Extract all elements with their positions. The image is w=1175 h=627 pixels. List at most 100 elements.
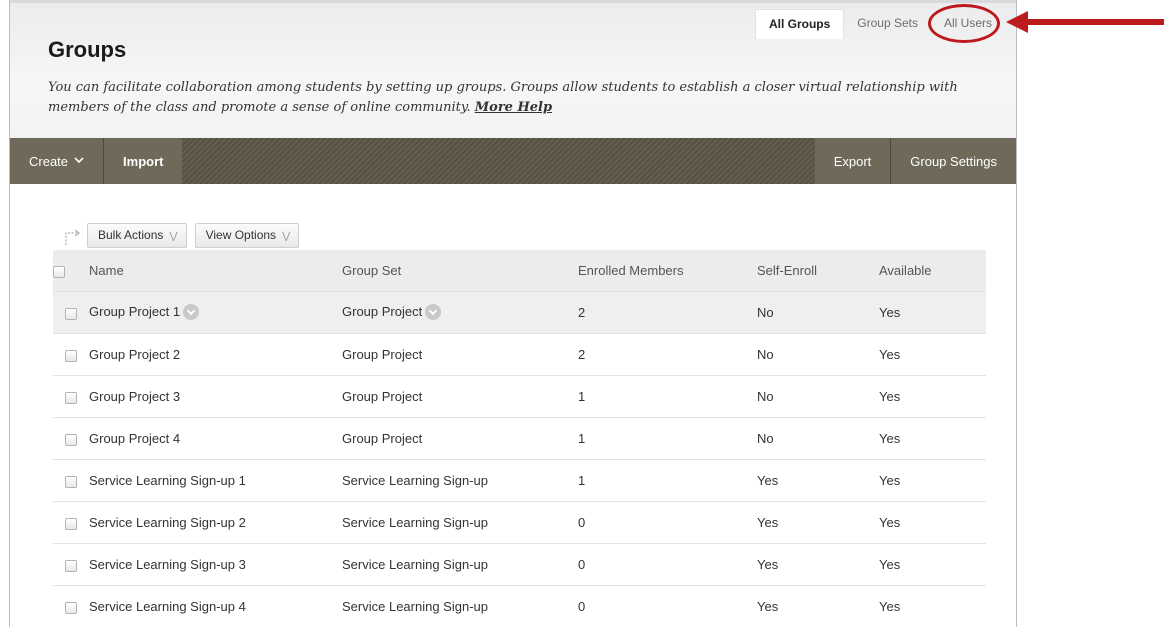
group-name[interactable]: Group Project 2 bbox=[89, 333, 342, 376]
row-select-cell bbox=[53, 501, 89, 544]
group-name[interactable]: Service Learning Sign-up 3 bbox=[89, 543, 342, 586]
group-name[interactable]: Service Learning Sign-up 4 bbox=[89, 585, 342, 627]
column-header-available[interactable]: Available bbox=[879, 250, 986, 292]
bulk-select-arrow-icon bbox=[63, 225, 83, 247]
group-name[interactable]: Group Project 3 bbox=[89, 375, 342, 418]
import-button[interactable]: Import bbox=[103, 138, 183, 184]
group-name[interactable]: Group Project 4 bbox=[89, 417, 342, 460]
enrolled-count: 0 bbox=[578, 501, 757, 544]
table-row: Service Learning Sign-up 2 Service Learn… bbox=[53, 501, 986, 544]
table-row: Service Learning Sign-up 1 Service Learn… bbox=[53, 459, 986, 502]
callout-arrow-icon bbox=[1006, 11, 1164, 33]
row-select-cell bbox=[53, 291, 89, 334]
groups-page: All Groups Group Sets All Users Groups Y… bbox=[9, 0, 1017, 627]
group-name-cell: Group Project 1 bbox=[89, 291, 342, 334]
row-select-cell bbox=[53, 585, 89, 627]
self-enroll-value: Yes bbox=[757, 585, 879, 627]
tab-group-sets[interactable]: Group Sets bbox=[844, 9, 931, 39]
group-set-name[interactable]: Service Learning Sign-up bbox=[342, 501, 578, 544]
row-select-cell bbox=[53, 417, 89, 460]
table-row: Group Project 4 Group Project 1 No Yes bbox=[53, 417, 986, 460]
group-set-name[interactable]: Service Learning Sign-up bbox=[342, 585, 578, 627]
group-set-name[interactable]: Group Project bbox=[342, 304, 422, 319]
column-header-group-set[interactable]: Group Set bbox=[342, 250, 578, 292]
group-set-name[interactable]: Service Learning Sign-up bbox=[342, 459, 578, 502]
group-name[interactable]: Service Learning Sign-up 1 bbox=[89, 459, 342, 502]
enrolled-count: 0 bbox=[578, 585, 757, 627]
enrolled-count: 1 bbox=[578, 375, 757, 418]
row-checkbox[interactable] bbox=[65, 475, 77, 488]
table-row: Group Project 3 Group Project 1 No Yes bbox=[53, 375, 986, 418]
page-title: Groups bbox=[48, 37, 127, 62]
table-row: Group Project 1 Group Project 2 No Yes bbox=[53, 291, 986, 334]
export-button[interactable]: Export bbox=[814, 138, 891, 184]
enrolled-count: 2 bbox=[578, 333, 757, 376]
groups-table: Name Group Set Enrolled Members Self-Enr… bbox=[53, 250, 986, 627]
table-row: Group Project 2 Group Project 2 No Yes bbox=[53, 333, 986, 376]
row-checkbox[interactable] bbox=[65, 349, 77, 362]
tab-all-groups[interactable]: All Groups bbox=[754, 9, 845, 39]
group-set-name[interactable]: Service Learning Sign-up bbox=[342, 543, 578, 586]
self-enroll-value: Yes bbox=[757, 501, 879, 544]
column-header-self-enroll[interactable]: Self-Enroll bbox=[757, 250, 879, 292]
self-enroll-value: No bbox=[757, 375, 879, 418]
row-checkbox[interactable] bbox=[65, 601, 77, 614]
enrolled-count: 1 bbox=[578, 417, 757, 460]
row-select-cell bbox=[53, 543, 89, 586]
enrolled-count: 1 bbox=[578, 459, 757, 502]
row-checkbox[interactable] bbox=[65, 559, 77, 572]
available-value: Yes bbox=[879, 459, 986, 502]
more-help-link[interactable]: More Help bbox=[475, 100, 552, 115]
self-enroll-value: No bbox=[757, 333, 879, 376]
circle-chevron-down-icon[interactable] bbox=[425, 303, 442, 320]
action-bar-spacer bbox=[182, 138, 814, 184]
select-all-checkbox[interactable] bbox=[53, 265, 65, 278]
select-all-cell bbox=[53, 250, 89, 292]
column-header-name[interactable]: Name bbox=[89, 250, 342, 292]
action-bar: Create Import Export Group Settings bbox=[10, 138, 1016, 184]
callout-ellipse bbox=[928, 4, 1000, 43]
circle-chevron-down-icon[interactable] bbox=[183, 303, 200, 320]
column-header-enrolled-members[interactable]: Enrolled Members bbox=[578, 250, 757, 292]
available-value: Yes bbox=[879, 291, 986, 334]
bulk-actions-button[interactable]: Bulk Actions ⋁ bbox=[87, 223, 187, 248]
self-enroll-value: No bbox=[757, 417, 879, 460]
group-set-name[interactable]: Group Project bbox=[342, 417, 578, 460]
page-description: You can facilitate collaboration among s… bbox=[48, 78, 978, 118]
bulk-actions-label: Bulk Actions bbox=[98, 228, 164, 242]
self-enroll-value: No bbox=[757, 291, 879, 334]
row-select-cell bbox=[53, 333, 89, 376]
page-header: All Groups Group Sets All Users Groups Y… bbox=[10, 3, 1016, 139]
double-chevron-down-icon: ⋁ bbox=[282, 231, 291, 242]
group-set-name[interactable]: Group Project bbox=[342, 375, 578, 418]
group-set-cell: Group Project bbox=[342, 291, 578, 334]
row-checkbox[interactable] bbox=[65, 433, 77, 446]
create-button-label: Create bbox=[29, 153, 69, 169]
available-value: Yes bbox=[879, 417, 986, 460]
group-settings-button[interactable]: Group Settings bbox=[890, 138, 1016, 184]
available-value: Yes bbox=[879, 333, 986, 376]
available-value: Yes bbox=[879, 375, 986, 418]
table-header-row: Name Group Set Enrolled Members Self-Enr… bbox=[53, 250, 986, 292]
group-name[interactable]: Service Learning Sign-up 2 bbox=[89, 501, 342, 544]
group-name[interactable]: Group Project 1 bbox=[89, 304, 180, 319]
self-enroll-value: Yes bbox=[757, 459, 879, 502]
double-chevron-down-icon: ⋁ bbox=[169, 231, 178, 242]
row-select-cell bbox=[53, 375, 89, 418]
create-button[interactable]: Create bbox=[10, 138, 104, 184]
table-row: Service Learning Sign-up 4 Service Learn… bbox=[53, 585, 986, 627]
group-set-name[interactable]: Group Project bbox=[342, 333, 578, 376]
available-value: Yes bbox=[879, 585, 986, 627]
enrolled-count: 2 bbox=[578, 291, 757, 334]
available-value: Yes bbox=[879, 501, 986, 544]
row-select-cell bbox=[53, 459, 89, 502]
available-value: Yes bbox=[879, 543, 986, 586]
chevron-down-icon bbox=[74, 156, 84, 167]
row-checkbox[interactable] bbox=[65, 517, 77, 530]
view-options-button[interactable]: View Options ⋁ bbox=[194, 223, 300, 248]
row-checkbox[interactable] bbox=[65, 307, 77, 320]
enrolled-count: 0 bbox=[578, 543, 757, 586]
row-checkbox[interactable] bbox=[65, 391, 77, 404]
view-options-label: View Options bbox=[205, 228, 277, 242]
self-enroll-value: Yes bbox=[757, 543, 879, 586]
